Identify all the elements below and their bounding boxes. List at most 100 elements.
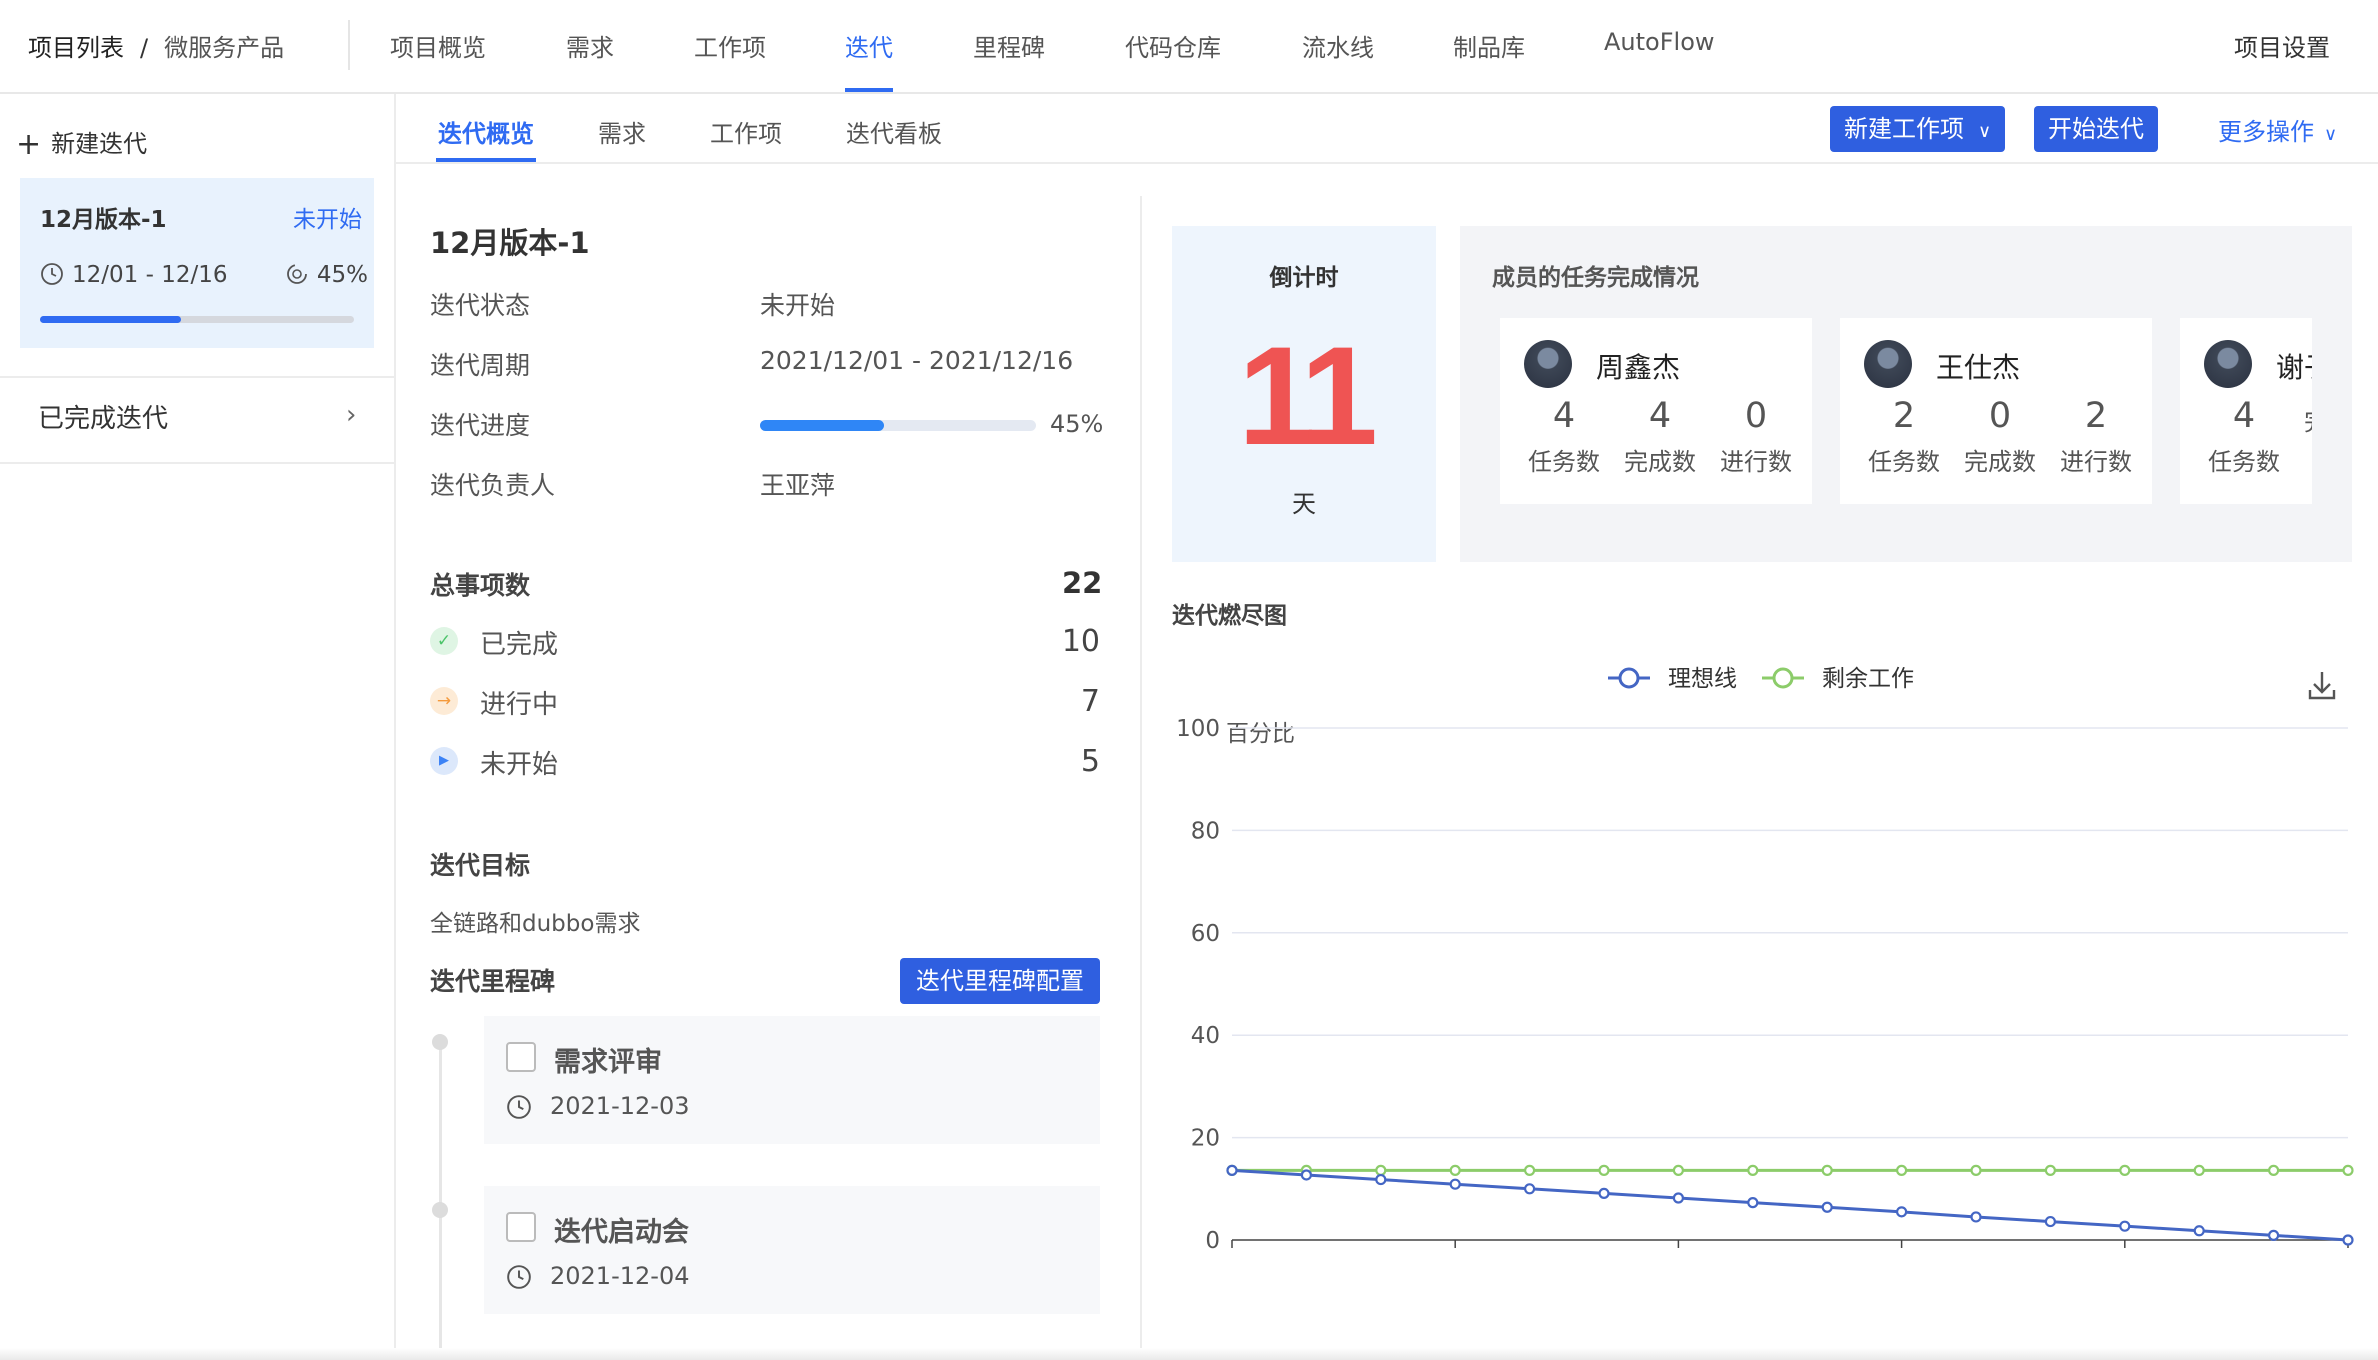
- stat-label: 完成数: [1624, 448, 1696, 476]
- stat-number: 2: [1892, 396, 1916, 436]
- sidebar-divider: [0, 462, 394, 464]
- stat-number: 0: [1988, 396, 2012, 436]
- stat-in-progress: → 进行中 7: [430, 684, 1100, 720]
- timeline-line: [439, 1040, 442, 1360]
- nav-autoflow[interactable]: AutoFlow: [1604, 28, 1715, 56]
- more-actions-dropdown[interactable]: 更多操作 ∨: [2218, 112, 2337, 147]
- data-point-ideal: [1598, 1187, 1610, 1200]
- countdown-card: 倒计时 11 天: [1172, 226, 1436, 562]
- stat-number: 4: [1552, 396, 1576, 436]
- stat-number: 2: [2084, 396, 2108, 436]
- nav-artifacts[interactable]: 制品库: [1453, 28, 1525, 63]
- nav-active-indicator: [845, 88, 893, 92]
- sidebar-divider: [0, 376, 394, 378]
- legend-ideal-marker: [1618, 667, 1640, 689]
- stat-label: 任务数: [1528, 448, 1600, 476]
- member-stat-total: 2 任务数: [1856, 396, 1952, 477]
- data-point-ideal: [1524, 1183, 1536, 1195]
- nav-pipeline[interactable]: 流水线: [1302, 28, 1374, 63]
- data-point-remaining: [1895, 1164, 1908, 1176]
- tab-requirements[interactable]: 需求: [598, 114, 646, 149]
- iteration-progress: 45%: [285, 262, 368, 288]
- field-period-value: 2021/12/01 - 2021/12/16: [760, 346, 1074, 375]
- clock-icon: [507, 1095, 531, 1119]
- nav-project-overview[interactable]: 项目概览: [390, 28, 486, 63]
- chevron-right-icon[interactable]: ›: [346, 400, 356, 430]
- check-icon: ✓: [430, 627, 458, 655]
- timeline-dot: [432, 1202, 448, 1218]
- nav-milestones[interactable]: 里程碑: [973, 28, 1045, 63]
- y-tick-label: 0: [1205, 1228, 1220, 1254]
- more-actions-label: 更多操作: [2218, 118, 2314, 146]
- tab-iteration-board[interactable]: 迭代看板: [846, 114, 942, 149]
- nav-iterations[interactable]: 迭代: [845, 28, 893, 63]
- nav-requirements[interactable]: 需求: [566, 28, 614, 63]
- iteration-dates: 12/01 - 12/16: [40, 262, 228, 288]
- member-stat-total: 4 任务数: [1516, 396, 1612, 477]
- bottom-edge-shadow: [0, 1348, 2378, 1360]
- stat-label: 完成数: [2292, 402, 2312, 437]
- goal-text: 全链路和dubbo需求: [430, 911, 641, 937]
- tab-iteration-overview[interactable]: 迭代概览: [438, 114, 534, 149]
- stat-number: 4: [2232, 396, 2256, 436]
- stat-number: 4: [1648, 396, 1672, 436]
- iteration-progress-bar: [40, 316, 354, 323]
- iteration-sidebar: + 新建迭代 12月版本-1 未开始 12/01 - 12/16 45% 已完成迭…: [0, 94, 396, 1360]
- legend-remaining-marker: [1772, 667, 1794, 689]
- milestone-checkbox[interactable]: [506, 1042, 536, 1072]
- data-point-ideal: [1375, 1173, 1387, 1186]
- avatar: [1864, 340, 1912, 388]
- data-point-ideal: [2193, 1225, 2205, 1237]
- download-icon[interactable]: [2308, 672, 2336, 700]
- member-stat-done: 4 完成数: [1612, 396, 1708, 477]
- project-settings-link[interactable]: 项目设置: [2234, 28, 2330, 63]
- start-iteration-button[interactable]: 开始迭代: [2034, 106, 2158, 152]
- data-point-remaining: [2193, 1164, 2205, 1176]
- milestone-date: 2021-12-03: [550, 1092, 690, 1120]
- breadcrumb-root[interactable]: 项目列表: [28, 34, 124, 62]
- milestones-heading: 迭代里程碑: [430, 967, 556, 996]
- progress-ring-icon: [286, 264, 307, 284]
- completed-iterations-label[interactable]: 已完成迭代: [38, 398, 168, 435]
- field-status-value: 未开始: [760, 291, 836, 320]
- chart-legend[interactable]: 理想线 剩余工作: [1608, 666, 1914, 692]
- milestone-card: 迭代启动会 2021-12-04: [484, 1186, 1100, 1314]
- nav-code-repo[interactable]: 代码仓库: [1125, 28, 1221, 63]
- overview-progress-bar: [760, 420, 1036, 431]
- new-work-item-button[interactable]: 新建工作项 ∨: [1830, 106, 2006, 152]
- member-name: 周鑫杰: [1596, 351, 1681, 384]
- member-card: 王仕杰 2 任务数 0 完成数 2 进行数: [1840, 318, 2152, 504]
- series-line-ideal: [1231, 1168, 2349, 1242]
- data-point-remaining: [2342, 1164, 2354, 1176]
- current-iteration-card[interactable]: 12月版本-1 未开始 12/01 - 12/16 45%: [20, 178, 374, 348]
- member-stat-doing: 0 进行数: [1708, 396, 1804, 477]
- total-items-value: 22: [1062, 566, 1103, 600]
- breadcrumb-separator: /: [140, 34, 149, 62]
- iteration-subtabs: 迭代概览 需求 工作项 迭代看板 新建工作项 ∨ 开始迭代 更多操作 ∨: [396, 94, 2378, 164]
- member-card-list[interactable]: 周鑫杰 4 任务数 4 完成数 0 进行数 王仕杰 2 任务数 0 完成数 2 进行数 谢子…: [1500, 318, 2312, 518]
- goal-heading: 迭代目标: [430, 851, 531, 880]
- total-items-label: 总事项数: [430, 571, 531, 600]
- countdown-value: 11: [1238, 317, 1378, 474]
- tab-work-items[interactable]: 工作项: [710, 114, 782, 149]
- milestone-checkbox[interactable]: [506, 1212, 536, 1242]
- overview-title: 12月版本-1: [430, 226, 590, 260]
- breadcrumb-project[interactable]: 微服务产品: [164, 34, 284, 62]
- overview-progress-fill: [760, 420, 885, 431]
- stat-completed-value: 10: [1061, 624, 1100, 659]
- nav-divider: [348, 20, 350, 70]
- field-owner-label: 迭代负责人: [430, 471, 556, 500]
- new-iteration-button[interactable]: + 新建迭代: [16, 124, 147, 162]
- stat-label: 任务数: [1868, 448, 1940, 476]
- milestone-card: 需求评审 2021-12-03: [484, 1016, 1100, 1144]
- play-icon: ▶: [430, 747, 458, 775]
- y-tick-label: 60: [1191, 921, 1220, 947]
- timeline-dot: [432, 1034, 448, 1050]
- milestone-config-button[interactable]: 迭代里程碑配置: [900, 958, 1100, 1004]
- data-point-ideal: [1821, 1201, 1833, 1213]
- y-tick-label: 100: [1176, 716, 1220, 742]
- stat-label: 进行数: [2060, 448, 2132, 476]
- nav-work-items[interactable]: 工作项: [694, 28, 766, 63]
- top-nav: 项目列表 / 微服务产品 项目概览 需求 工作项 迭代 里程碑 代码仓库 流水线 制…: [0, 0, 2378, 94]
- iteration-progress-text: 45%: [316, 262, 368, 288]
